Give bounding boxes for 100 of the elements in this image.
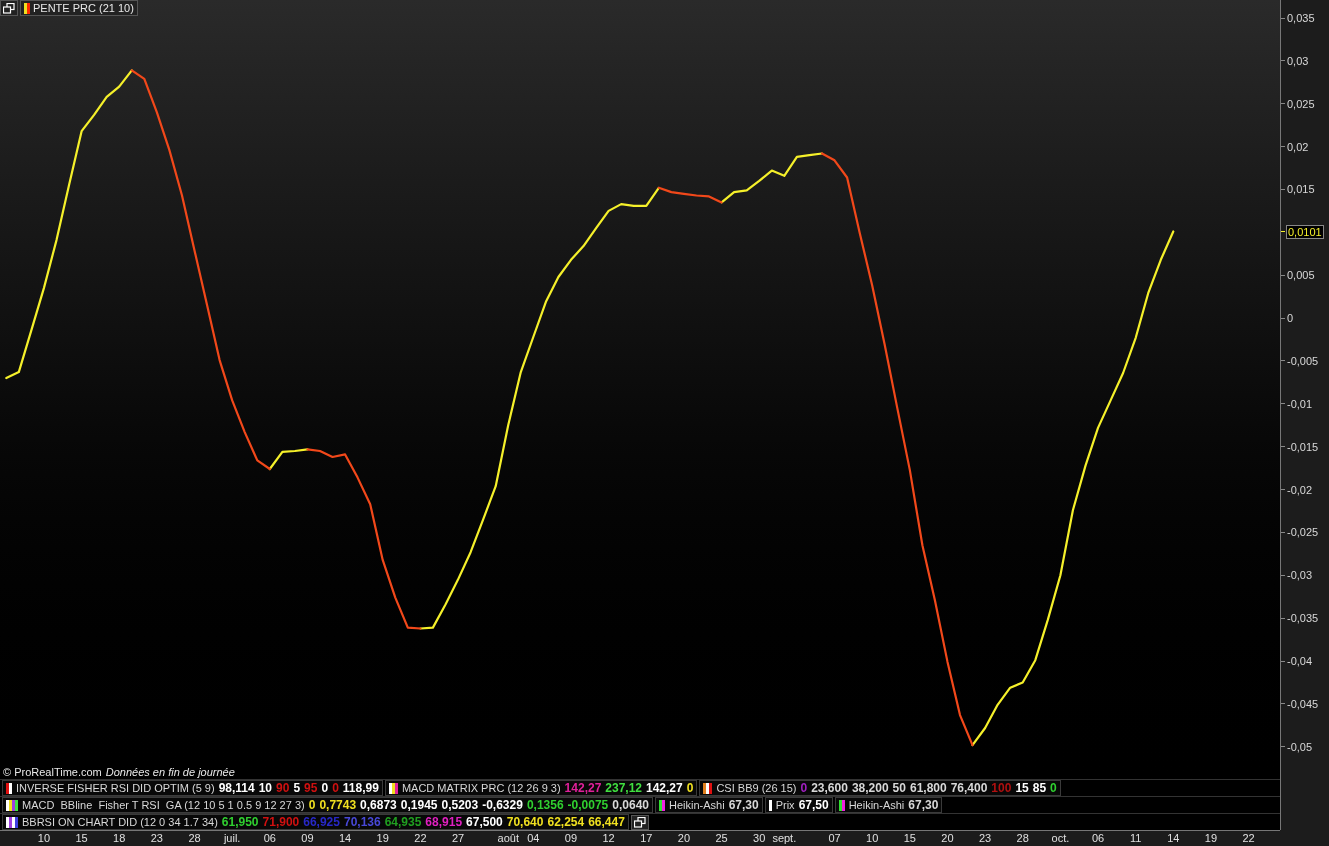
y-axis-label: -0,05 — [1287, 739, 1313, 754]
indicator-value: -0,6329 — [482, 797, 523, 814]
indicator-value: 0,0640 — [612, 797, 649, 814]
x-axis-label: 11 — [1129, 831, 1142, 846]
x-axis-label: sept. — [772, 831, 797, 846]
indicator-value: 5 — [293, 780, 301, 797]
indicator-name: MACD MATRIX PRC (12 26 9 3) — [401, 780, 561, 796]
indicator-value: 70,640 — [506, 814, 544, 831]
restore-window-button[interactable] — [630, 814, 649, 830]
indicator-value: 0,1945 — [400, 797, 438, 814]
indicator-value: 0,6873 — [360, 797, 397, 814]
x-axis-label: 22 — [1242, 831, 1255, 846]
current-value-tag: 0,0101 — [1286, 224, 1324, 239]
indicator-name: INVERSE FISHER RSI DID OPTIM (5 9) — [16, 780, 215, 796]
indicator-value: 67,30 — [908, 797, 939, 814]
x-axis-label: 20 — [677, 831, 691, 846]
y-axis-label: -0,045 — [1287, 696, 1319, 711]
indicator-value: 0,5203 — [441, 797, 479, 814]
x-axis-label: 30 — [753, 831, 766, 846]
indicator-value: 50 — [892, 780, 906, 797]
indicator-value: 71,900 — [262, 814, 300, 831]
indicator-value: 0 — [308, 797, 316, 814]
x-axis-label: 23 — [978, 831, 992, 846]
x-axis-label: 25 — [715, 831, 728, 846]
indicator-value: 118,99 — [342, 780, 379, 797]
indicator-value: 67,30 — [728, 797, 759, 814]
x-axis-label: 12 — [602, 831, 615, 846]
indicator-value: 85 — [1032, 780, 1047, 797]
x-axis-label: 15 — [75, 831, 88, 846]
indicator-value: 15 — [1015, 780, 1029, 797]
indicator-value: 0 — [332, 780, 339, 797]
indicator-value: 66,925 — [303, 814, 340, 831]
indicator-name: MACD BBline Fisher T RSI GA (12 10 5 1 0.5 9 12 27 3) — [22, 797, 305, 813]
x-axis-label: 07 — [828, 831, 841, 846]
indicator-value: 0,1356 — [526, 797, 564, 814]
indicator-value: 23,600 — [811, 780, 848, 797]
restore-window-icon — [633, 816, 646, 828]
y-axis-label: -0,005 — [1287, 353, 1319, 368]
indicator-value: 0 — [800, 780, 808, 797]
y-axis-label: -0,025 — [1287, 525, 1319, 540]
indicator-value: 98,114 — [218, 780, 255, 797]
indicator-name: Heikin-Ashi — [848, 797, 905, 813]
x-axis-label: 09 — [564, 831, 578, 846]
x-axis-label: 17 — [640, 831, 653, 846]
x-axis-label: 22 — [414, 831, 427, 846]
y-axis-label: 0,005 — [1287, 268, 1315, 283]
y-axis-label: -0,015 — [1287, 439, 1319, 454]
y-axis-label: 0 — [1287, 311, 1294, 326]
x-axis-label: 10 — [866, 831, 879, 846]
indicator-value: 66,447 — [588, 814, 625, 831]
indicator-value: 95 — [304, 780, 318, 797]
indicator-value: 61,950 — [221, 814, 259, 831]
indicator-value: 100 — [991, 780, 1012, 797]
y-axis-label: -0,04 — [1287, 654, 1313, 669]
indicator-name: Heikin-Ashi — [669, 797, 725, 813]
indicator-value: 70,136 — [343, 814, 381, 831]
x-axis-label: 23 — [150, 831, 163, 846]
indicator-value: 64,935 — [384, 814, 422, 831]
y-axis-label: -0,02 — [1287, 482, 1313, 497]
indicator-value: 67,500 — [466, 814, 503, 831]
x-axis-label: 18 — [113, 831, 126, 846]
x-axis-label: juil. — [223, 831, 241, 846]
indicator-value: 62,254 — [547, 814, 585, 831]
x-axis-label: 28 — [188, 831, 201, 846]
y-axis-label: 0,03 — [1287, 53, 1309, 68]
y-axis-label: -0,01 — [1287, 396, 1313, 411]
copyright-text: © ProRealTime.com — [3, 764, 102, 780]
data-note: Données en fin de journée — [105, 764, 235, 780]
y-axis-label: 0,035 — [1287, 11, 1315, 25]
x-axis-label: 14 — [1167, 831, 1180, 846]
x-axis-label: oct. — [1051, 831, 1070, 846]
x-axis-label: 27 — [451, 831, 465, 846]
indicator-name: Prix — [775, 797, 795, 813]
x-axis-label: 04 — [527, 831, 540, 846]
indicator-title: PENTE PRC (21 10) — [33, 0, 134, 16]
x-axis-label: 06 — [263, 831, 276, 846]
indicator-name: BBRSI ON CHART DID (12 0 34 1.7 34) — [22, 814, 218, 830]
x-axis-label: 14 — [338, 831, 352, 846]
indicator-value: 0 — [321, 780, 329, 797]
y-axis-label: -0,035 — [1287, 611, 1319, 626]
indicator-value: 76,400 — [950, 780, 988, 797]
x-axis-label: 06 — [1091, 831, 1105, 846]
indicator-name: CSI BB9 (26 15) — [716, 780, 797, 796]
y-axis-label: 0,025 — [1287, 96, 1315, 111]
y-axis-label: 0,015 — [1287, 182, 1315, 197]
indicator-value: -0,0075 — [567, 797, 609, 814]
x-axis-label: 10 — [37, 831, 51, 846]
indicator-value: 142,27 — [564, 780, 602, 797]
x-axis-label: 20 — [941, 831, 954, 846]
indicator-value: 67,50 — [798, 797, 829, 814]
indicator-value: 90 — [276, 780, 290, 797]
restore-window-icon — [3, 2, 15, 14]
x-axis-label: 09 — [301, 831, 314, 846]
y-axis-label: -0,03 — [1287, 568, 1313, 583]
x-axis-label: 28 — [1016, 831, 1029, 846]
x-axis-label: 19 — [376, 831, 389, 846]
indicator-value: 61,800 — [909, 780, 947, 797]
indicator-value: 0,7743 — [319, 797, 357, 814]
restore-window-button[interactable] — [0, 0, 18, 16]
indicator-value: 142,27 — [646, 780, 683, 797]
